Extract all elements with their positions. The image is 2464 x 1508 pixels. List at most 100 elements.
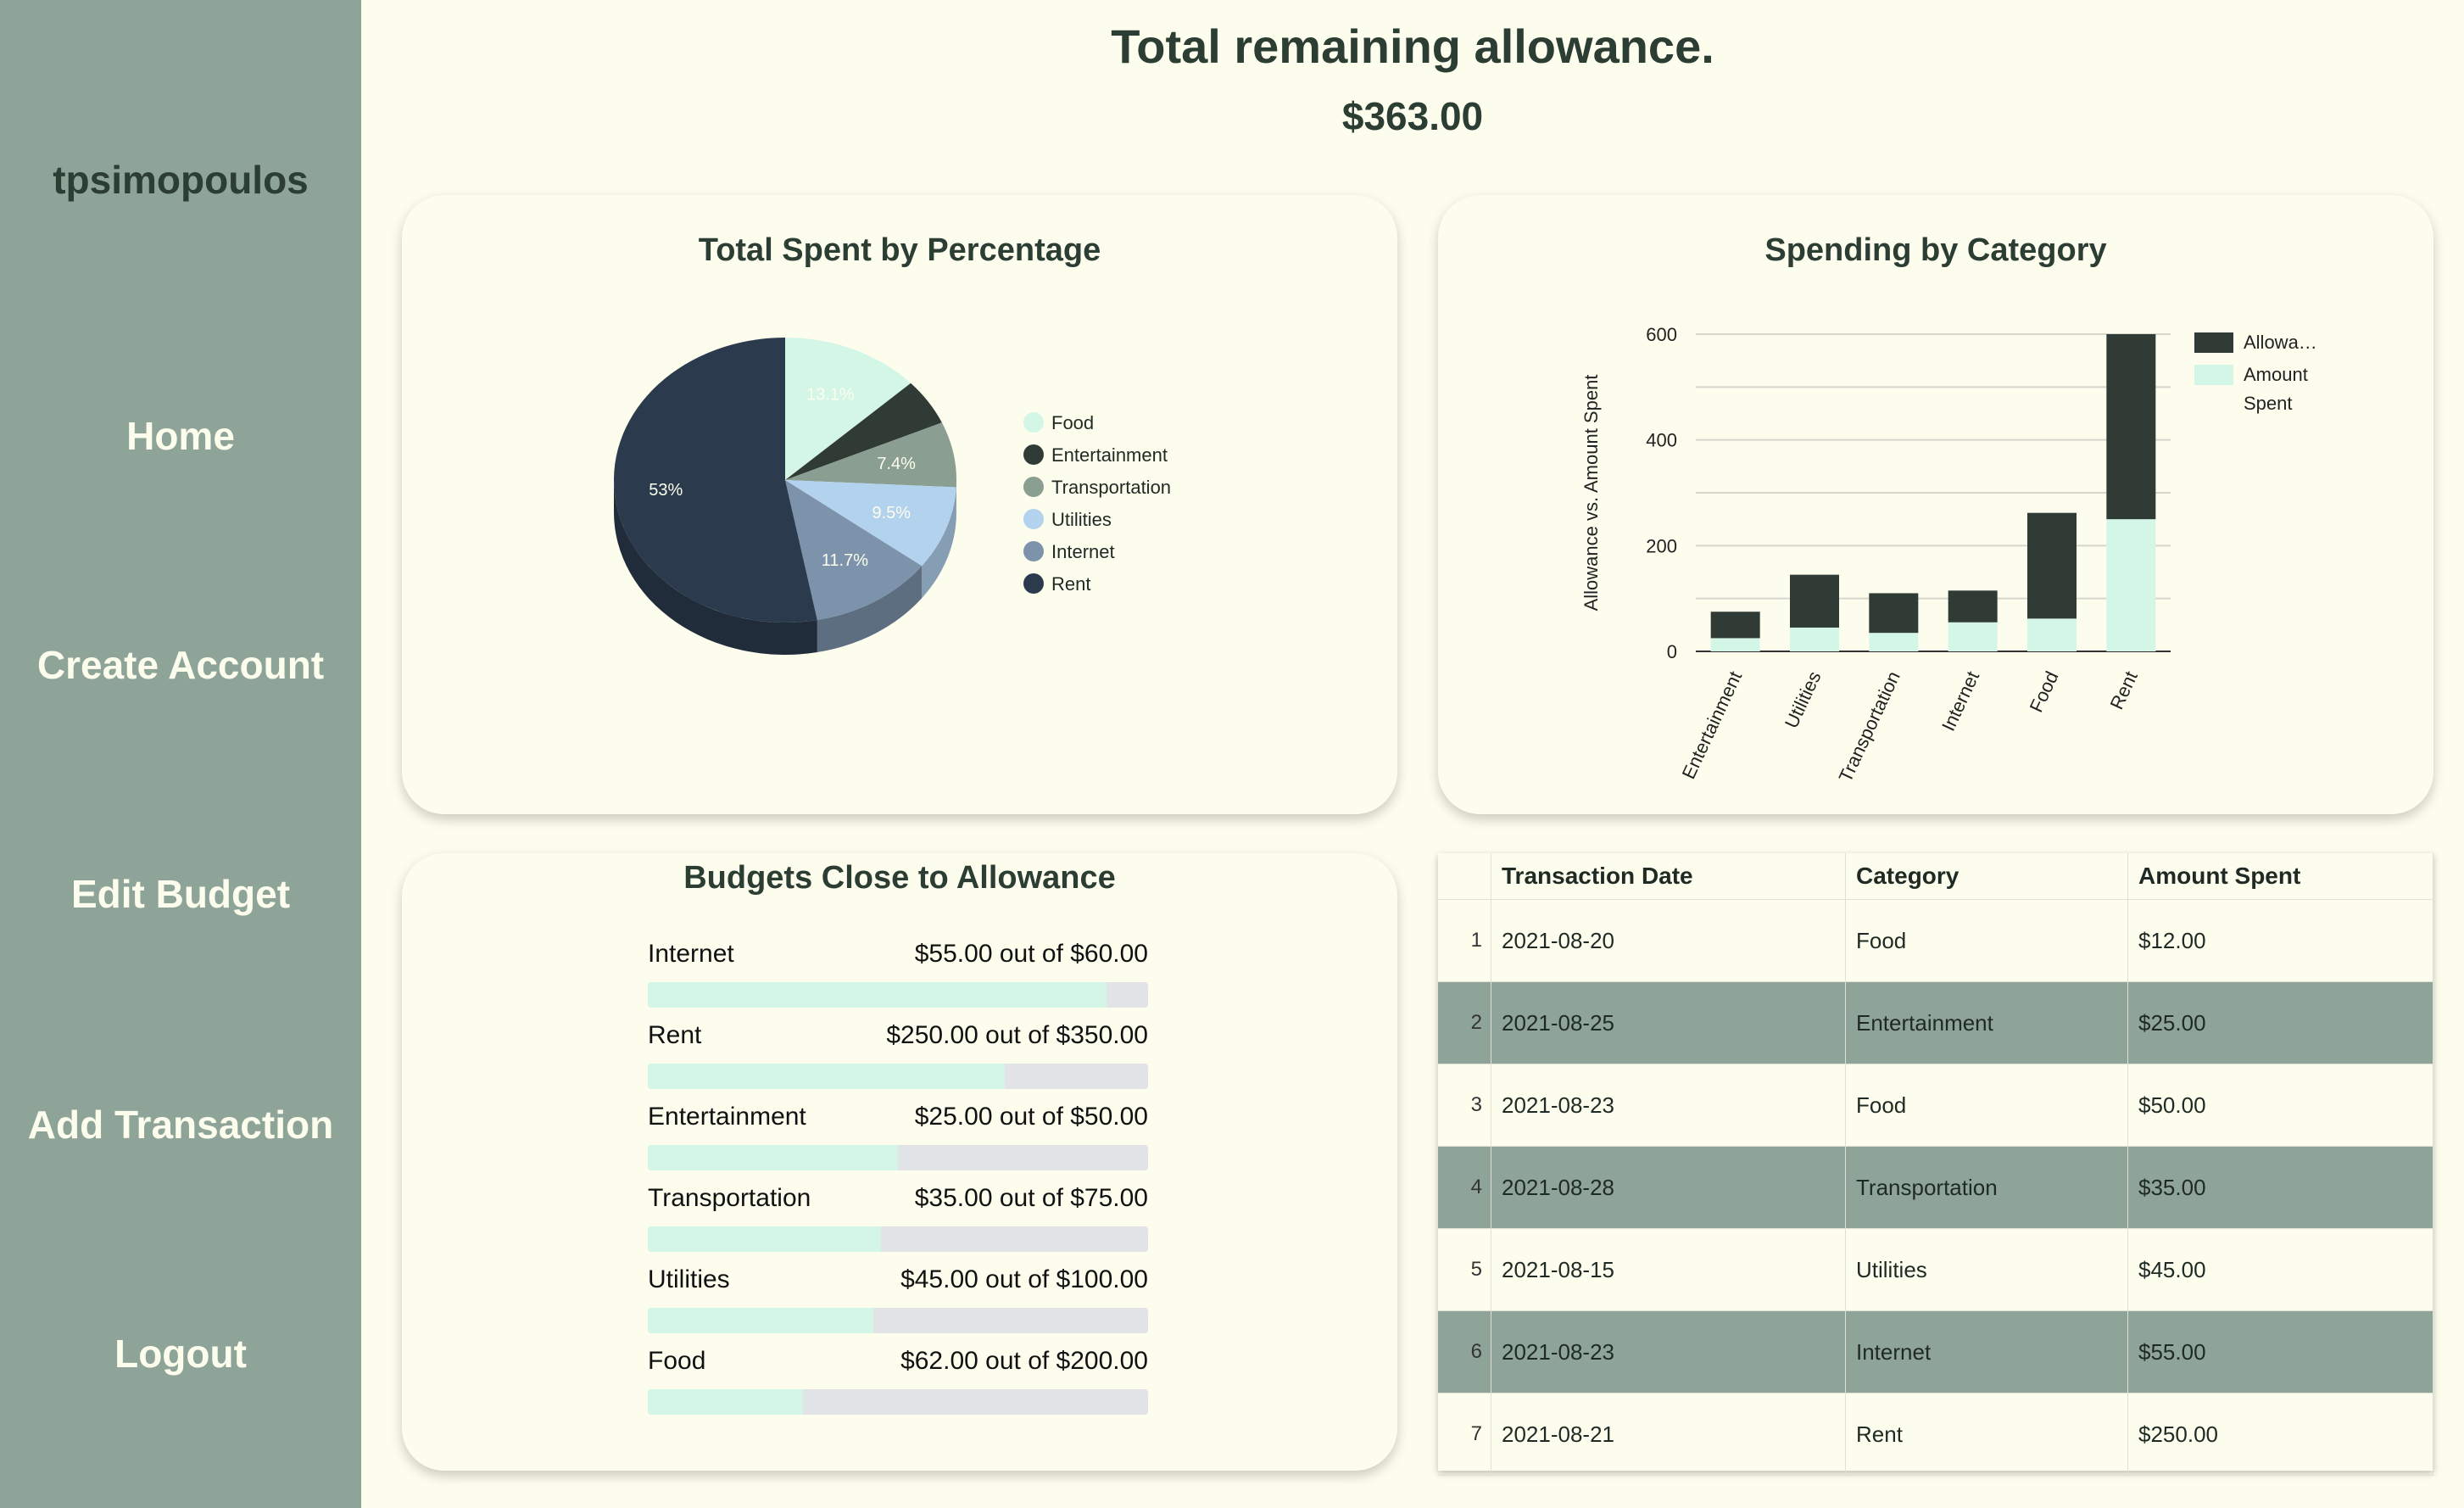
pie-data-label: 53% (649, 481, 683, 500)
legend-marker (1023, 477, 1044, 497)
legend-label: Utilities (1051, 509, 1112, 530)
budget-progress-track (648, 1064, 1148, 1089)
y-axis-label: Allowance vs. Amount Spent (1580, 375, 1602, 612)
amount-cell: $12.00 (2127, 899, 2433, 982)
legend-label: Allowa… (2244, 332, 2317, 353)
bar-allowance[interactable] (1948, 590, 1998, 623)
y-tick-label: 0 (1667, 641, 1677, 662)
budget-amount-text: $62.00 out of $200.00 (900, 1347, 1148, 1375)
row-index: 1 (1438, 899, 1491, 982)
legend-label: Spent (2244, 393, 2293, 414)
budget-progress-fill (648, 1389, 803, 1415)
budget-progress-track (648, 1226, 1148, 1252)
transaction-date-cell: 2021-08-28 (1491, 1146, 1846, 1229)
category-cell: Rent (1845, 1393, 2128, 1476)
row-index: 5 (1438, 1228, 1491, 1311)
bar-allowance[interactable] (1790, 574, 1839, 628)
legend-label: Internet (1051, 541, 1115, 562)
budget-category-name: Internet (648, 940, 734, 968)
bar-amount-spent[interactable] (1710, 638, 1760, 651)
budget-item: Entertainment $25.00 out of $50.00 (648, 1103, 1148, 1179)
table-row[interactable]: 7 2021-08-21 Rent $250.00 (1438, 1393, 2433, 1476)
nav-edit-budget[interactable]: Edit Budget (0, 868, 361, 919)
y-tick-label: 400 (1646, 430, 1677, 451)
table-row[interactable]: 2 2021-08-25 Entertainment $25.00 (1438, 981, 2433, 1064)
budget-item: Internet $55.00 out of $60.00 (648, 940, 1148, 1016)
budget-amount-text: $25.00 out of $50.00 (914, 1103, 1148, 1131)
nav-logout[interactable]: Logout (0, 1328, 361, 1379)
legend-marker (1023, 509, 1044, 529)
pie-data-label: 13.1% (806, 385, 855, 404)
bar-allowance[interactable] (2106, 334, 2156, 520)
bar-amount-spent[interactable] (1790, 627, 1839, 651)
transaction-date-cell: 2021-08-23 (1491, 1310, 1846, 1394)
x-tick-label: Transportation (1835, 668, 1904, 785)
bar-allowance[interactable] (1869, 593, 1919, 634)
legend-label: Transportation (1051, 477, 1171, 498)
category-cell: Food (1845, 899, 2128, 982)
bar-amount-spent[interactable] (1869, 633, 1919, 651)
table-row[interactable]: 1 2021-08-20 Food $12.00 (1438, 899, 2433, 982)
budget-progress-fill (648, 1308, 873, 1333)
budget-progress-track (648, 1389, 1148, 1415)
column-header-category[interactable]: Category (1845, 853, 2128, 900)
x-tick-label: Internet (1937, 668, 1983, 734)
category-cell: Utilities (1845, 1228, 2128, 1311)
category-cell: Entertainment (1845, 981, 2128, 1064)
category-cell: Internet (1845, 1310, 2128, 1394)
budget-category-name: Transportation (648, 1184, 811, 1212)
table-row[interactable]: 3 2021-08-23 Food $50.00 (1438, 1064, 2433, 1147)
transaction-date-cell: 2021-08-15 (1491, 1228, 1846, 1311)
column-header-date[interactable]: Transaction Date (1491, 853, 1846, 900)
amount-cell: $250.00 (2127, 1393, 2433, 1476)
bar-amount-spent[interactable] (2027, 618, 2077, 651)
legend-marker (1023, 444, 1044, 465)
pie-chart-card: Total Spent by Percentage 13.1% 7.4% 9.5% 1… (402, 195, 1397, 814)
x-tick-label: Entertainment (1678, 668, 1747, 783)
transactions-table-card: Transaction Date Category Amount Spent 1… (1438, 853, 2433, 1476)
amount-cell: $35.00 (2127, 1146, 2433, 1229)
y-tick-label: 600 (1646, 324, 1677, 345)
budgets-title: Budgets Close to Allowance (683, 860, 1116, 896)
table-row[interactable]: 6 2021-08-23 Internet $55.00 (1438, 1310, 2433, 1394)
legend-marker (2194, 332, 2233, 353)
budget-amount-text: $250.00 out of $350.00 (886, 1021, 1148, 1049)
nav-create-account[interactable]: Create Account (0, 640, 361, 690)
nav-add-transaction[interactable]: Add Transaction (0, 1099, 361, 1150)
pie-data-label: 11.7% (822, 551, 868, 570)
budgets-card: Budgets Close to Allowance Internet $55.0… (402, 853, 1397, 1471)
transaction-date-cell: 2021-08-20 (1491, 899, 1846, 982)
bar-amount-spent[interactable] (1948, 622, 1998, 651)
legend-label: Food (1051, 412, 1094, 433)
budget-category-name: Rent (648, 1021, 702, 1049)
legend-label: Entertainment (1051, 444, 1168, 466)
x-tick-label: Utilities (1781, 668, 1826, 732)
row-index: 6 (1438, 1310, 1491, 1394)
bar-amount-spent[interactable] (2106, 519, 2156, 651)
table-row[interactable]: 4 2021-08-28 Transportation $35.00 (1438, 1146, 2433, 1229)
x-tick-label: Rent (2106, 668, 2142, 713)
legend-marker (1023, 573, 1044, 594)
row-index: 4 (1438, 1146, 1491, 1229)
budget-progress-track (648, 1145, 1148, 1170)
table-row[interactable]: 5 2021-08-15 Utilities $45.00 (1438, 1228, 2433, 1311)
transactions-body: 1 2021-08-20 Food $12.00 2 2021-08-25 Entertai… (1438, 899, 2433, 1476)
budget-progress-track (648, 1308, 1148, 1333)
budget-amount-text: $55.00 out of $60.00 (914, 940, 1148, 968)
amount-cell: $25.00 (2127, 981, 2433, 1064)
legend-label: Amount (2244, 364, 2308, 385)
x-tick-label: Food (2026, 668, 2063, 716)
amount-cell: $45.00 (2127, 1228, 2433, 1311)
column-header-amount[interactable]: Amount Spent (2127, 853, 2433, 900)
nav-home[interactable]: Home (0, 411, 361, 461)
bar-allowance[interactable] (2027, 512, 2077, 619)
transaction-date-cell: 2021-08-21 (1491, 1393, 1846, 1476)
budget-category-name: Entertainment (648, 1103, 806, 1131)
row-index: 2 (1438, 981, 1491, 1064)
budget-amount-text: $45.00 out of $100.00 (900, 1265, 1148, 1293)
bar-allowance[interactable] (1710, 612, 1760, 639)
category-cell: Food (1845, 1064, 2128, 1147)
budget-category-name: Food (648, 1347, 706, 1375)
budget-progress-fill (648, 982, 1107, 1008)
budget-progress-fill (648, 1064, 1006, 1089)
